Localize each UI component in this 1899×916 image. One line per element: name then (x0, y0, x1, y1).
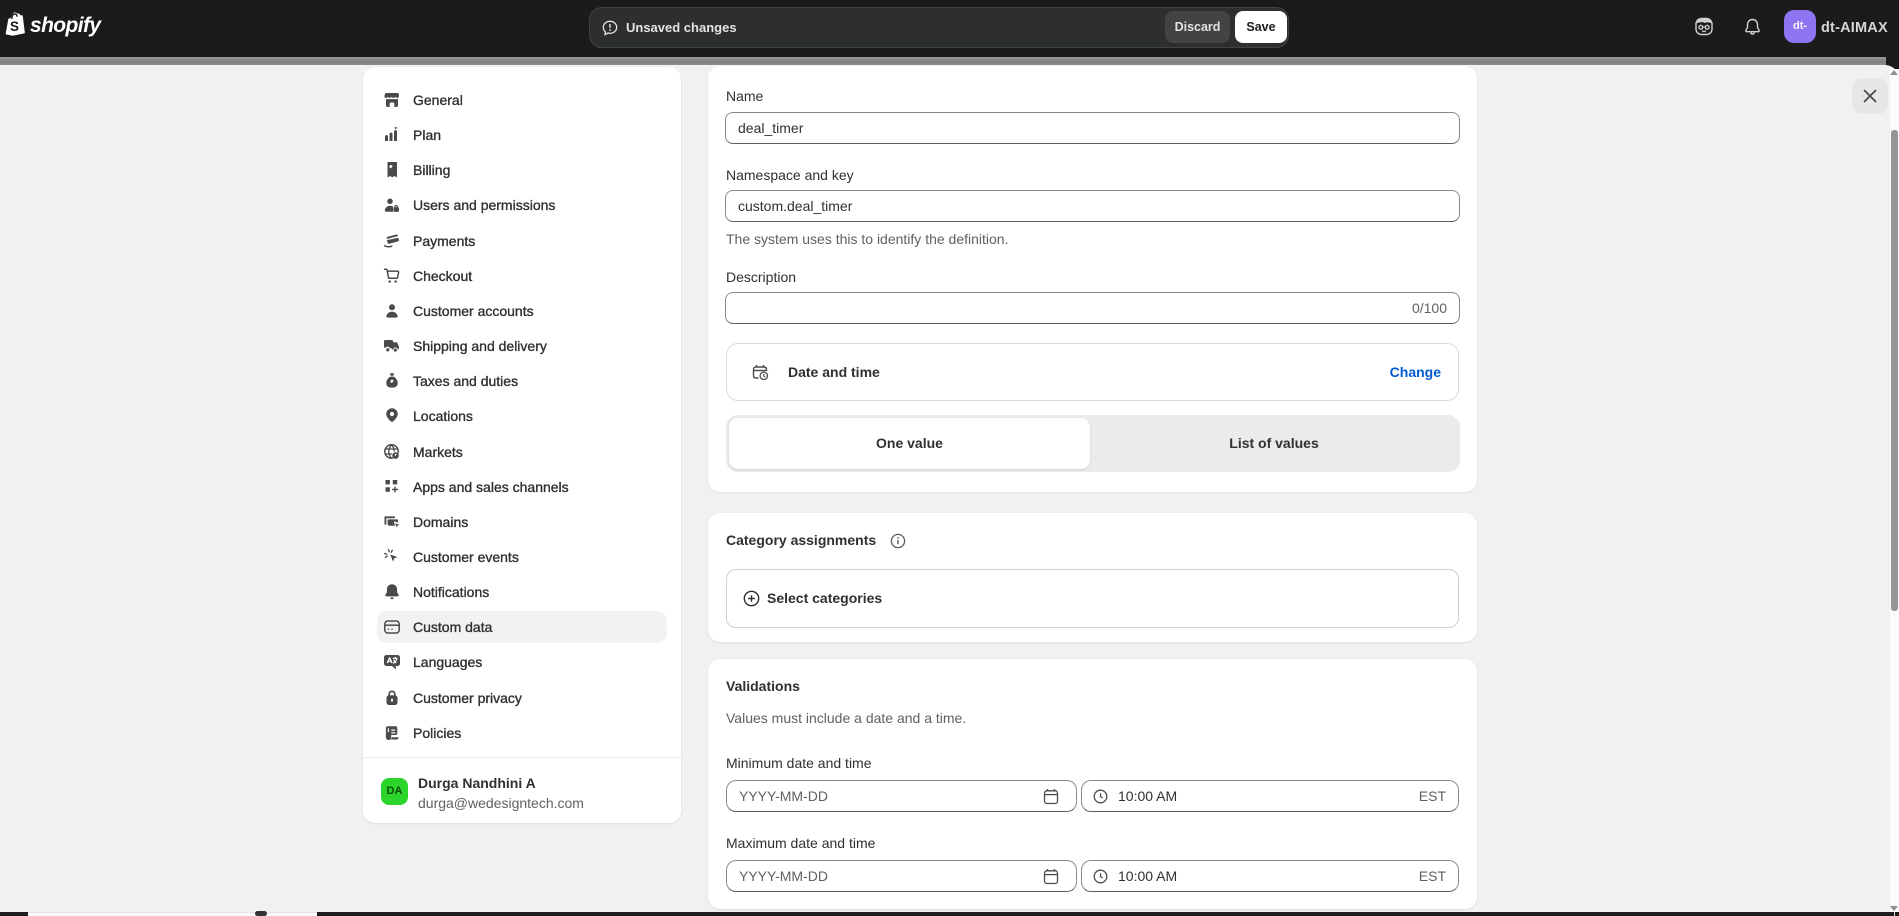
svg-text:S: S (10, 19, 19, 34)
